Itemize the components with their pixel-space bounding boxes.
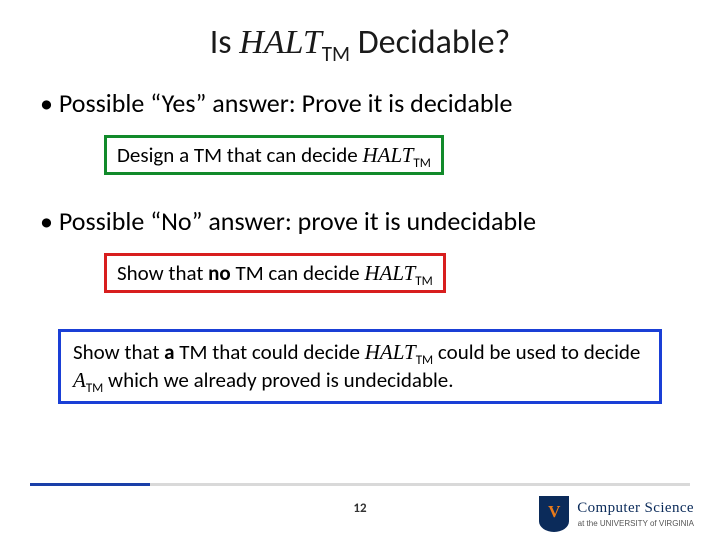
divider xyxy=(30,483,690,486)
box3-sub2: TM xyxy=(86,382,103,397)
box1-pre: Design a TM that can decide xyxy=(117,142,362,168)
box2-sub: TM xyxy=(415,274,432,289)
slide-title: Is HALTTM Decidable? xyxy=(36,22,684,63)
box3-sub1: TM xyxy=(416,353,433,368)
logo-sub: at the UNIVERSITY of VIRGINIA xyxy=(578,519,694,528)
box1-term: HALT xyxy=(362,143,413,167)
title-sub: TM xyxy=(322,41,350,67)
bullet-no: Possible “No” answer: prove it is undeci… xyxy=(40,205,684,237)
box3-p4: which we already proved is undecidable. xyxy=(103,367,453,393)
logo-text: Computer Science at the UNIVERSITY of VI… xyxy=(577,500,694,528)
box2-bold: no xyxy=(208,260,231,286)
box3-b1: a xyxy=(164,339,174,365)
uva-shield-icon xyxy=(539,496,569,532)
slide: Is HALTTM Decidable? Possible “Yes” answ… xyxy=(0,0,720,540)
box3-term2: A xyxy=(73,368,86,392)
box3-p3: could be used to decide xyxy=(433,339,640,365)
logo-main: Computer Science xyxy=(577,500,694,517)
box-reduction: Show that a TM that could decide HALTTM … xyxy=(58,329,662,404)
bullet-yes: Possible “Yes” answer: Prove it is decid… xyxy=(40,87,684,119)
box2-term: HALT xyxy=(364,261,415,285)
footer: 12 Computer Science at the UNIVERSITY of… xyxy=(0,484,720,540)
title-post: Decidable? xyxy=(350,22,510,63)
title-pre: Is xyxy=(210,22,240,63)
box-design-tm: Design a TM that can decide HALTTM xyxy=(104,135,444,175)
box3-term1: HALT xyxy=(365,340,416,364)
box1-sub: TM xyxy=(413,156,430,171)
box2-mid: TM can decide xyxy=(231,260,365,286)
title-term: HALT xyxy=(239,24,321,61)
box3-p2: TM that could decide xyxy=(175,339,365,365)
logo: Computer Science at the UNIVERSITY of VI… xyxy=(539,496,694,532)
box3-p1: Show that xyxy=(73,339,164,365)
box2-pre: Show that xyxy=(117,260,208,286)
box-no-tm: Show that no TM can decide HALTTM xyxy=(104,253,446,293)
